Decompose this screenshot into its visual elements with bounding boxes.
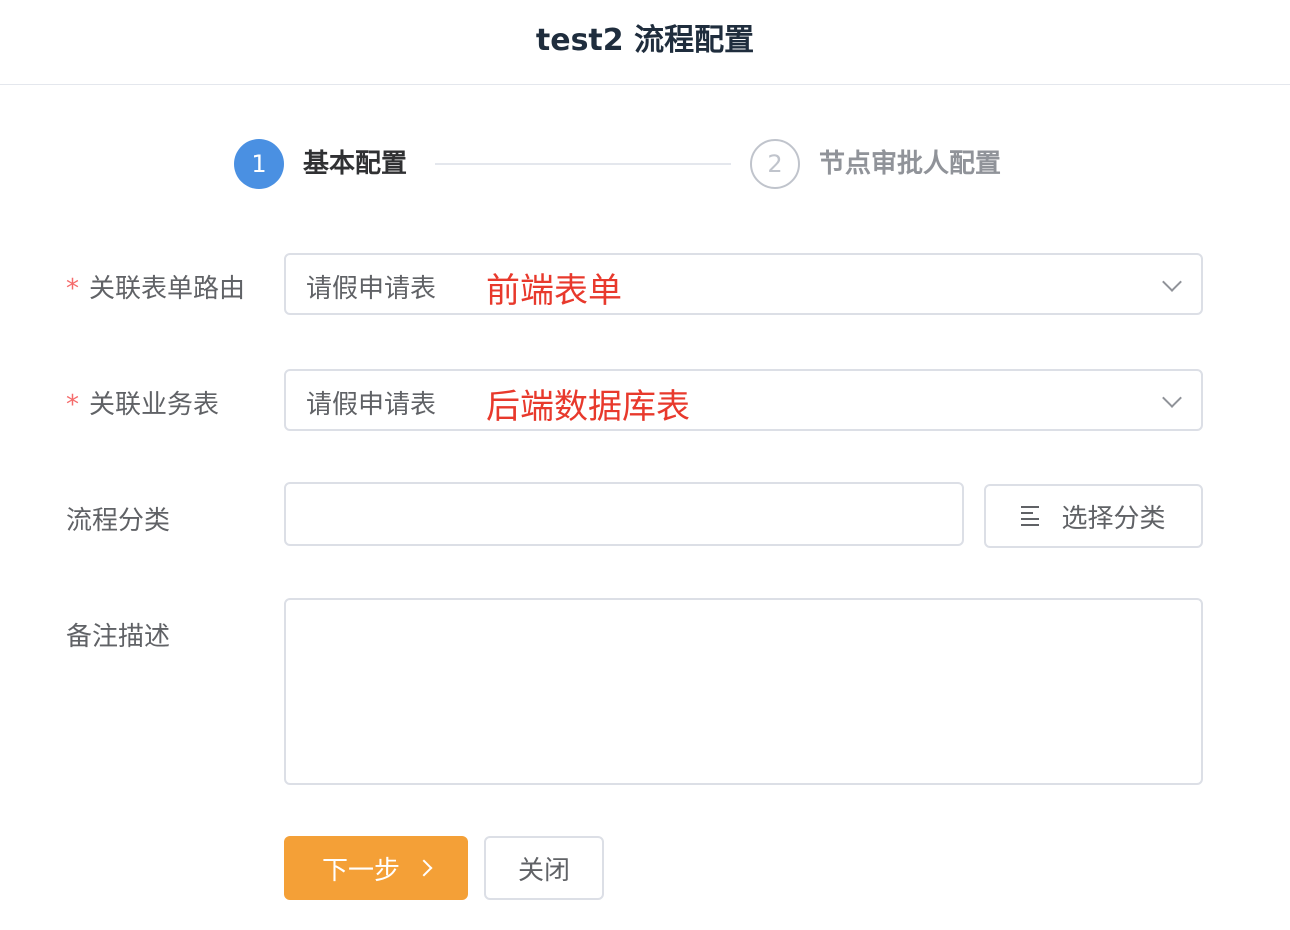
remark-textarea[interactable] — [284, 598, 1203, 785]
step-1-circle[interactable]: 1 — [234, 139, 284, 189]
business-table-label-text: 关联业务表 — [89, 390, 220, 420]
business-table-annotation: 后端数据库表 — [486, 387, 690, 427]
step-2-title[interactable]: 节点审批人配置 — [819, 143, 1001, 180]
form-route-annotation: 前端表单 — [486, 271, 622, 311]
select-category-button[interactable]: 选择分类 — [984, 484, 1203, 548]
step-1-title[interactable]: 基本配置 — [303, 143, 407, 180]
form-route-label-text: 关联表单路由 — [89, 274, 246, 304]
form-route-label: * 关联表单路由 — [66, 268, 245, 305]
dialog-header: test2 流程配置 — [0, 0, 1290, 85]
next-step-label: 下一步 — [321, 855, 400, 886]
step-connector — [435, 163, 731, 165]
dialog-title: test2 流程配置 — [535, 23, 755, 58]
chevron-down-icon[interactable] — [1162, 272, 1182, 292]
chevron-down-icon[interactable] — [1162, 388, 1182, 408]
business-table-value: 请假申请表 — [306, 390, 437, 420]
remark-label: 备注描述 — [66, 622, 171, 652]
close-button[interactable]: 关闭 — [484, 836, 604, 900]
next-step-button[interactable]: 下一步 — [284, 836, 468, 900]
form-route-value: 请假申请表 — [306, 274, 437, 304]
list-icon — [1021, 506, 1040, 526]
business-table-label: * 关联业务表 — [66, 384, 219, 421]
step-2-circle[interactable]: 2 — [750, 139, 800, 189]
required-mark: * — [66, 390, 79, 420]
select-category-label: 选择分类 — [1061, 503, 1166, 534]
category-input[interactable] — [284, 482, 964, 546]
category-label: 流程分类 — [66, 506, 171, 536]
business-table-select[interactable]: 请假申请表 后端数据库表 — [284, 369, 1203, 431]
chevron-right-icon — [415, 859, 433, 877]
form-route-select[interactable]: 请假申请表 前端表单 — [284, 253, 1203, 315]
required-mark: * — [66, 274, 79, 304]
